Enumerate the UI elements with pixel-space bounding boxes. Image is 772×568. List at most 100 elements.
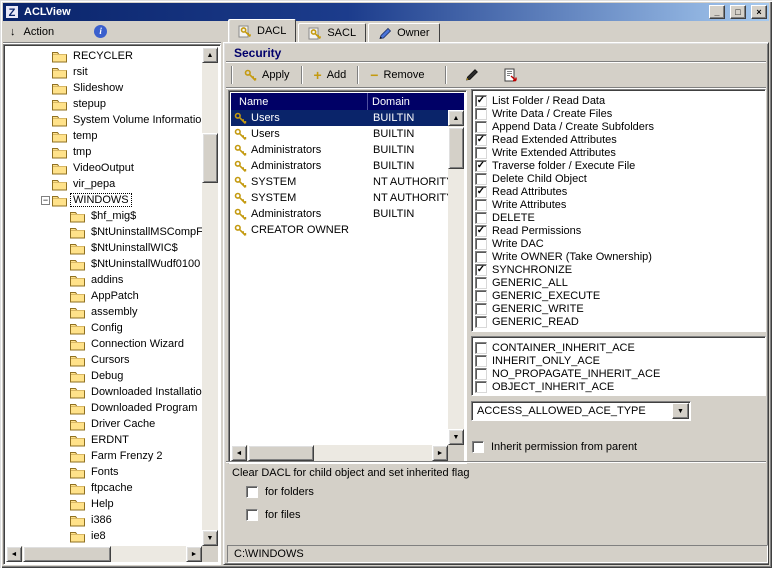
permission-item[interactable]: DELETE [475,211,763,224]
checkbox-unchecked-icon[interactable] [472,441,484,453]
checkbox-unchecked-icon[interactable] [246,509,258,521]
tree-item[interactable]: $hf_mig$ [6,208,202,224]
checkbox-unchecked-icon[interactable] [475,381,487,393]
acl-entry-row[interactable]: CREATOR OWNER [231,222,448,238]
scroll-right-icon[interactable]: ► [186,546,202,562]
tree-item[interactable]: temp [6,128,202,144]
checkbox-unchecked-icon[interactable] [475,199,487,211]
tree-item[interactable]: $NtUninstallWIC$ [6,240,202,256]
checkbox-unchecked-icon[interactable] [475,147,487,159]
checkbox-unchecked-icon[interactable] [475,212,487,224]
close-button[interactable]: × [751,5,767,19]
tree-item[interactable]: rsit [6,64,202,80]
checkbox-unchecked-icon[interactable] [246,486,258,498]
checkbox-checked-icon[interactable]: ✓ [475,225,487,237]
tree-item[interactable]: RECYCLER [6,48,202,64]
tree-item[interactable]: assembly [6,304,202,320]
tree-item[interactable]: Downloaded Program [6,400,202,416]
scroll-down-icon[interactable]: ▼ [448,429,464,445]
permission-item[interactable]: GENERIC_EXECUTE [475,289,763,302]
export-report-button[interactable] [496,66,525,84]
tree-item[interactable]: −WINDOWS [6,192,202,208]
permission-item[interactable]: ✓Read Extended Attributes [475,133,763,146]
info-icon[interactable]: i [94,25,107,38]
checkbox-unchecked-icon[interactable] [475,108,487,120]
tree-item[interactable]: Help [6,496,202,512]
checkbox-checked-icon[interactable]: ✓ [475,264,487,276]
checkbox-unchecked-icon[interactable] [475,342,487,354]
tree-item[interactable]: Config [6,320,202,336]
inherit-from-parent-checkbox-item[interactable]: Inherit permission from parent [472,441,637,453]
tree-item[interactable]: $NtUninstallMSCompF [6,224,202,240]
column-header-name[interactable]: Name [231,93,368,110]
list-hscroll-thumb[interactable] [248,445,314,461]
permission-item[interactable]: GENERIC_READ [475,315,763,328]
acl-entry-row[interactable]: AdministratorsBUILTIN [231,206,448,222]
permission-item[interactable]: Write Attributes [475,198,763,211]
tree-item[interactable]: $NtUninstallWudf0100 [6,256,202,272]
checkbox-checked-icon[interactable]: ✓ [475,95,487,107]
for-folders-checkbox-item[interactable]: for folders [246,486,314,498]
permission-item[interactable]: ✓List Folder / Read Data [475,94,763,107]
ace-inherit-flag-item[interactable]: NO_PROPAGATE_INHERIT_ACE [475,367,763,380]
checkbox-unchecked-icon[interactable] [475,251,487,263]
tree-item[interactable]: Debug [6,368,202,384]
tab-dacl[interactable]: DACL [228,19,296,42]
permission-item[interactable]: GENERIC_ALL [475,276,763,289]
for-files-checkbox-item[interactable]: for files [246,509,300,521]
ace-inherit-flag-item[interactable]: CONTAINER_INHERIT_ACE [475,341,763,354]
acl-entry-row[interactable]: UsersBUILTIN [231,110,448,126]
tree-item[interactable]: Connection Wizard [6,336,202,352]
permission-item[interactable]: ✓Read Permissions [475,224,763,237]
tree-item[interactable]: ERDNT [6,432,202,448]
checkbox-unchecked-icon[interactable] [475,303,487,315]
scroll-up-icon[interactable]: ▲ [202,47,218,63]
scroll-up-icon[interactable]: ▲ [448,110,464,126]
tree-item[interactable]: Slideshow [6,80,202,96]
tree-item[interactable]: i386 [6,512,202,528]
permission-item[interactable]: Write Extended Attributes [475,146,763,159]
ace-type-combobox[interactable]: ACCESS_ALLOWED_ACE_TYPE ▼ [471,401,691,421]
acl-entry-row[interactable]: AdministratorsBUILTIN [231,142,448,158]
tree-item[interactable]: AppPatch [6,288,202,304]
acl-entry-row[interactable]: SYSTEMNT AUTHORITY [231,190,448,206]
tree-item[interactable]: tmp [6,144,202,160]
ace-inherit-flag-item[interactable]: OBJECT_INHERIT_ACE [475,380,763,393]
scroll-left-icon[interactable]: ◄ [231,445,247,461]
acl-entry-row[interactable]: AdministratorsBUILTIN [231,158,448,174]
remove-button[interactable]: − Remove [363,67,431,83]
tree-item[interactable]: Farm Frenzy 2 [6,448,202,464]
tree-item[interactable]: Fonts [6,464,202,480]
tree-item[interactable]: Driver Cache [6,416,202,432]
checkbox-checked-icon[interactable]: ✓ [475,134,487,146]
tab-owner[interactable]: Owner [368,23,439,42]
add-button[interactable]: + Add [307,67,354,83]
checkbox-unchecked-icon[interactable] [475,355,487,367]
permission-item[interactable]: ✓SYNCHRONIZE [475,263,763,276]
tree-vscroll-thumb[interactable] [202,133,218,183]
scroll-right-icon[interactable]: ► [432,445,448,461]
checkbox-checked-icon[interactable]: ✓ [475,186,487,198]
checkbox-unchecked-icon[interactable] [475,173,487,185]
tree-item[interactable]: VideoOutput [6,160,202,176]
tree-hscroll-thumb[interactable] [23,546,111,562]
tree-item[interactable]: ie8 [6,528,202,544]
permission-item[interactable]: Write Data / Create Files [475,107,763,120]
scroll-down-icon[interactable]: ▼ [202,530,218,546]
permission-item[interactable]: Write DAC [475,237,763,250]
edit-sd-button[interactable] [457,66,486,84]
checkbox-checked-icon[interactable]: ✓ [475,160,487,172]
tree-horizontal-scrollbar[interactable]: ◄ ► [6,546,202,562]
list-vertical-scrollbar[interactable]: ▲ ▼ [448,110,464,445]
list-horizontal-scrollbar[interactable]: ◄ ► [231,445,448,461]
scroll-left-icon[interactable]: ◄ [6,546,22,562]
maximize-button[interactable]: □ [730,5,746,19]
permission-item[interactable]: Delete Child Object [475,172,763,185]
chevron-down-icon[interactable]: ▼ [672,403,689,419]
checkbox-unchecked-icon[interactable] [475,290,487,302]
tree-item[interactable]: Downloaded Installatio [6,384,202,400]
checkbox-unchecked-icon[interactable] [475,368,487,380]
arrow-down-icon[interactable]: ↓ [10,26,16,38]
permission-item[interactable]: Append Data / Create Subfolders [475,120,763,133]
permission-item[interactable]: ✓Read Attributes [475,185,763,198]
